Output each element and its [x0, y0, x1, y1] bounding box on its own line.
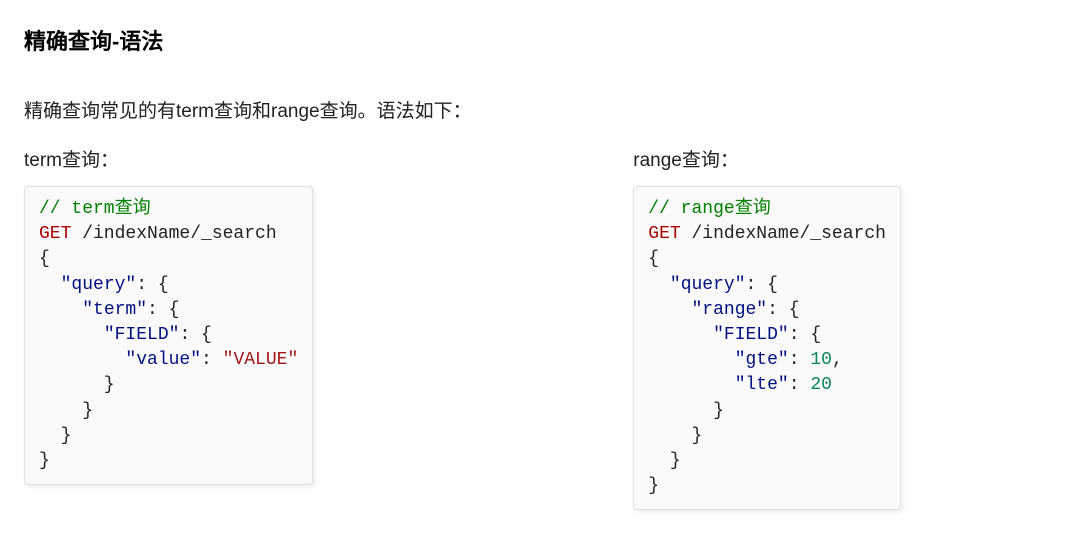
code-indent	[648, 350, 734, 370]
code-indent	[648, 375, 734, 395]
range-code-block: // range查询 GET /indexName/_search { "que…	[633, 186, 901, 510]
code-indent	[39, 350, 125, 370]
code-indent	[39, 325, 104, 345]
code-punct: : {	[789, 325, 821, 345]
range-query-label: range查询：	[633, 145, 901, 172]
code-indent	[648, 275, 670, 295]
code-punct: : {	[746, 275, 778, 295]
code-punct: :	[201, 350, 223, 370]
code-path: /indexName/_search	[71, 224, 276, 244]
code-punct: : {	[767, 300, 799, 320]
code-string-value: "VALUE"	[223, 350, 299, 370]
code-number-lte: 20	[810, 375, 832, 395]
page-heading: 精确查询-语法	[24, 24, 1050, 56]
code-comment: // term查询	[39, 199, 151, 219]
code-key-value: "value"	[125, 350, 201, 370]
code-path: /indexName/_search	[681, 224, 886, 244]
code-indent	[39, 300, 82, 320]
code-punct: ,	[832, 350, 843, 370]
code-method: GET	[39, 224, 71, 244]
columns: term查询： // term查询 GET /indexName/_search…	[24, 145, 1050, 510]
code-key-field: "FIELD"	[713, 325, 789, 345]
code-brace: {	[648, 249, 659, 269]
code-brace: }	[648, 426, 702, 446]
code-key-query: "query"	[670, 275, 746, 295]
code-key-term: "term"	[82, 300, 147, 320]
code-brace: }	[648, 451, 680, 471]
code-method: GET	[648, 224, 680, 244]
code-brace: }	[648, 476, 659, 496]
term-query-label: term查询：	[24, 145, 313, 172]
code-punct: :	[789, 375, 811, 395]
code-brace: {	[39, 249, 50, 269]
code-key-gte: "gte"	[735, 350, 789, 370]
code-number-gte: 10	[810, 350, 832, 370]
code-key-lte: "lte"	[735, 375, 789, 395]
right-column: range查询： // range查询 GET /indexName/_sear…	[633, 145, 901, 510]
code-brace: }	[39, 375, 115, 395]
code-indent	[39, 275, 61, 295]
code-brace: }	[39, 451, 50, 471]
code-punct: : {	[147, 300, 179, 320]
code-key-field: "FIELD"	[104, 325, 180, 345]
code-punct: : {	[136, 275, 168, 295]
code-indent	[648, 300, 691, 320]
code-indent	[648, 325, 713, 345]
code-punct: : {	[179, 325, 211, 345]
code-brace: }	[648, 401, 724, 421]
code-key-query: "query"	[61, 275, 137, 295]
code-comment: // range查询	[648, 199, 770, 219]
code-key-range: "range"	[692, 300, 768, 320]
code-brace: }	[39, 401, 93, 421]
term-code-block: // term查询 GET /indexName/_search { "quer…	[24, 186, 313, 485]
left-column: term查询： // term查询 GET /indexName/_search…	[24, 145, 313, 510]
intro-text: 精确查询常见的有term查询和range查询。语法如下：	[24, 96, 1050, 123]
code-punct: :	[789, 350, 811, 370]
code-brace: }	[39, 426, 71, 446]
